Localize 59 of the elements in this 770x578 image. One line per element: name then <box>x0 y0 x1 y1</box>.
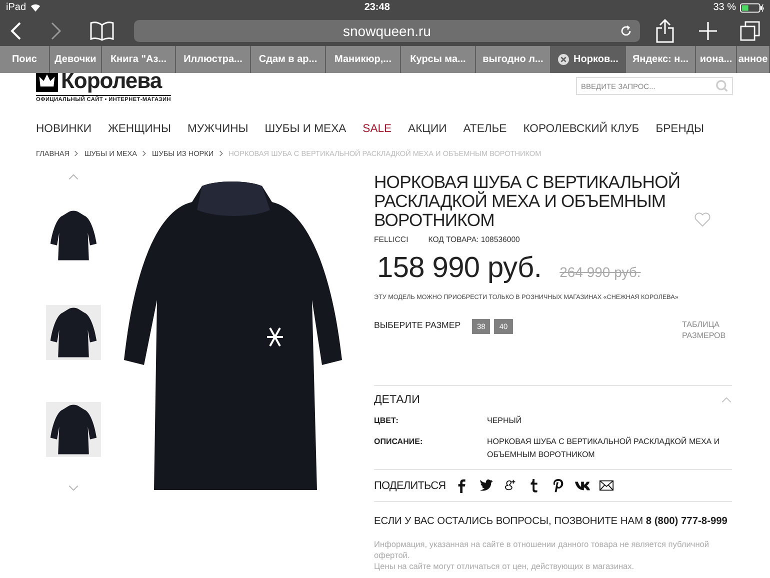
browser-tab[interactable]: Книга "Аз... <box>102 46 176 73</box>
product-title: НОРКОВАЯ ШУБА С ВЕРТИКАЛЬНОЙ РАСКЛАДКОЙ МЕХА И ОБЪЕМНЫМ ВОРОТНИКОМ <box>374 173 682 230</box>
book-icon[interactable] <box>90 20 114 40</box>
browser-tab[interactable]: Девочки <box>50 46 102 73</box>
battery-percentage: 33 % <box>713 2 736 13</box>
pinterest-icon[interactable] <box>550 478 566 493</box>
browser-tab[interactable]: выгодно л... <box>476 46 551 73</box>
browser-tab[interactable]: Маникюр,... <box>326 46 401 73</box>
contact-text: ЕСЛИ У ВАС ОСТАЛИСЬ ВОПРОСЫ, ПОЗВОНИТЕ НАМ 8 (800) 777-8-999 <box>374 516 728 527</box>
old-price: 264 990 руб. <box>560 264 641 280</box>
detail-value: ЧЕРНЫЙ <box>487 414 522 427</box>
share-icon[interactable] <box>656 18 674 42</box>
crown-logo-icon <box>36 73 58 92</box>
browser-tab[interactable]: Иллюстра... <box>176 46 251 73</box>
clock-time: 23:48 <box>364 2 390 13</box>
nav-link[interactable]: НОВИНКИ <box>36 123 92 135</box>
chevron-right-icon <box>142 150 148 157</box>
nav-link[interactable]: БРЕНДЫ <box>656 123 704 135</box>
browser-tab[interactable]: Норков... <box>551 46 626 73</box>
nav-link[interactable]: ШУБЫ И МЕХА <box>264 123 346 135</box>
device-name: iPad <box>6 2 26 13</box>
wifi-icon <box>30 3 42 12</box>
browser-tab[interactable]: анное <box>737 46 770 73</box>
plus-icon[interactable] <box>698 20 718 40</box>
close-icon[interactable] <box>558 54 569 65</box>
share-label: ПОДЕЛИТЬСЯ <box>374 480 446 492</box>
address-bar[interactable]: snowqueen.ru <box>134 20 640 42</box>
twitter-icon[interactable] <box>478 478 494 493</box>
mail-icon[interactable] <box>598 478 614 493</box>
section-title: ДЕТАЛИ <box>374 394 420 406</box>
logo-text: Королева <box>61 73 162 92</box>
nav-link[interactable]: АКЦИИ <box>408 123 447 135</box>
back-icon[interactable] <box>10 20 22 40</box>
chevron-right-icon <box>218 150 224 157</box>
nav-link[interactable]: КОРОЛЕВСКИЙ КЛУБ <box>523 123 640 135</box>
browser-tab[interactable]: иона... <box>696 46 737 73</box>
nav-link[interactable]: АТЕЛЬЕ <box>463 123 507 135</box>
chevron-right-icon <box>74 150 80 157</box>
size-chart-link[interactable]: ТАБЛИЦА РАЗМЕРОВ <box>682 319 732 341</box>
forward-icon[interactable] <box>50 20 62 40</box>
nav-link[interactable]: ЖЕНЩИНЫ <box>108 123 171 135</box>
google-plus-icon[interactable] <box>502 478 518 493</box>
disclaimer-text: Информация, указанная на сайте в отношении данного товара не является публичной офертой. <box>374 539 710 561</box>
disclaimer-text: Цены на сайте могут отличаться от цен, действующих в магазинах. <box>374 561 636 572</box>
battery-icon <box>740 2 764 12</box>
nav-link[interactable]: SALE <box>362 123 392 135</box>
size-label: ВЫБЕРИТЕ РАЗМЕР <box>374 320 462 330</box>
detail-value: НОРКОВАЯ ШУБА С ВЕРТИКАЛЬНОЙ РАСКЛАДКОЙ МЕХА И ОБЪЕМНЫМ ВОРОТНИКОМ <box>487 436 721 461</box>
browser-tab[interactable]: Курсы ма... <box>401 46 476 73</box>
reload-icon[interactable] <box>620 24 632 36</box>
nav-link[interactable]: МУЖЧИНЫ <box>187 123 248 135</box>
browser-tab[interactable]: Яндекс: н... <box>626 46 696 73</box>
browser-tab[interactable]: Сдам в ар... <box>251 46 326 73</box>
url-text: snowqueen.ru <box>343 22 431 38</box>
tabs-icon[interactable] <box>740 20 760 40</box>
detail-label: ЦВЕТ: <box>374 415 400 427</box>
detail-label: ОПИСАНИЕ: <box>374 436 424 448</box>
price: 158 990 руб. <box>377 252 542 285</box>
browser-tab[interactable]: Поис <box>0 46 50 73</box>
